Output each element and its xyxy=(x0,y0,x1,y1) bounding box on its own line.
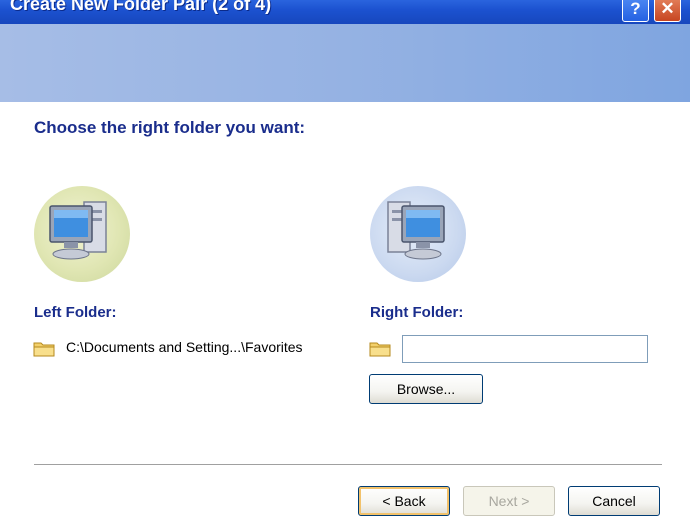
close-icon: ✕ xyxy=(660,0,675,18)
left-folder-icon xyxy=(33,342,55,357)
back-button[interactable]: < Back xyxy=(358,486,450,516)
close-button[interactable]: ✕ xyxy=(654,0,681,22)
help-icon: ? xyxy=(630,0,641,18)
next-button[interactable]: Next > xyxy=(463,486,555,516)
left-computer-icon xyxy=(49,201,107,260)
right-folder-input[interactable] xyxy=(402,335,648,363)
window-title: Create New Folder Pair (2 of 4) xyxy=(10,0,272,14)
left-folder-label: Left Folder: xyxy=(34,304,117,321)
separator xyxy=(34,464,662,466)
right-folder-icon xyxy=(369,342,391,357)
cancel-button[interactable]: Cancel xyxy=(568,486,660,516)
right-folder-label: Right Folder: xyxy=(370,304,464,321)
title-bar: Create New Folder Pair (2 of 4) ? ✕ xyxy=(0,0,690,24)
header-banner xyxy=(0,24,690,102)
page-heading: Choose the right folder you want: xyxy=(34,118,306,137)
left-folder-path: C:\Documents and Setting...\Favorites xyxy=(66,339,303,355)
help-button[interactable]: ? xyxy=(622,0,649,22)
right-computer-icon xyxy=(387,201,445,260)
browse-button[interactable]: Browse... xyxy=(369,374,483,404)
